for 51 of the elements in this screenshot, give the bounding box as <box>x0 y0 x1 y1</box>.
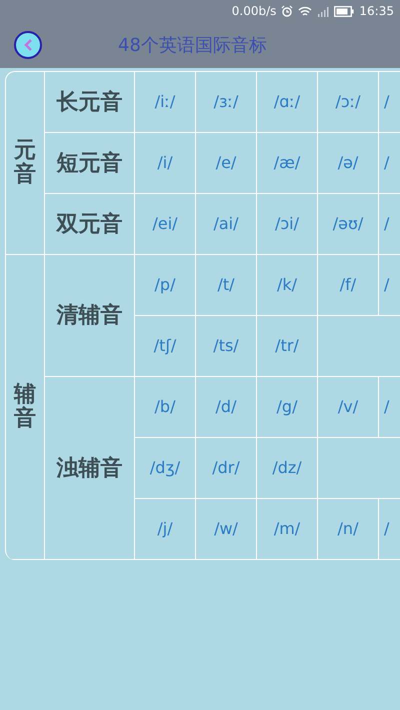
subgroup-label: 双元音 <box>56 210 122 238</box>
phonetic-symbol[interactable]: /n/ <box>338 517 358 541</box>
group-label: 辅音 <box>14 382 36 432</box>
phonetic-symbol[interactable]: /dr/ <box>212 456 240 480</box>
phonetic-symbol[interactable]: /iː/ <box>154 90 176 114</box>
clock-time: 16:35 <box>359 3 394 20</box>
phonetic-symbol[interactable]: / <box>384 517 390 541</box>
alarm-icon <box>281 5 294 17</box>
phonetic-symbol[interactable]: /ɔː/ <box>336 90 360 114</box>
phonetic-symbol[interactable]: /t/ <box>217 273 235 297</box>
subgroup-label: 浊辅音 <box>56 454 122 482</box>
phonetic-symbol[interactable]: /e/ <box>216 151 236 175</box>
phonetic-symbol[interactable]: /dʒ/ <box>150 456 180 480</box>
page-title: 48个英语国际音标 <box>118 34 267 58</box>
phonetic-symbol[interactable]: /m/ <box>274 517 300 541</box>
wifi-icon <box>298 6 312 16</box>
phonetic-symbol[interactable]: /v/ <box>338 395 358 419</box>
network-speed: 0.00b/s <box>232 3 276 20</box>
phonetic-symbol[interactable]: / <box>384 151 390 175</box>
phonetic-symbol[interactable]: /j/ <box>157 517 173 541</box>
phonetic-symbol[interactable]: /dz/ <box>272 456 302 480</box>
phonetic-symbol[interactable]: /i/ <box>157 151 173 175</box>
phonetic-symbol[interactable]: /w/ <box>214 517 238 541</box>
phonetic-symbol[interactable]: /p/ <box>154 273 176 297</box>
phonetic-symbol[interactable]: /ei/ <box>152 212 178 236</box>
signal-icon <box>317 6 330 16</box>
phonetic-symbol[interactable]: / <box>384 273 390 297</box>
phonetic-symbol[interactable]: /tʃ/ <box>154 334 176 358</box>
phonetic-symbol[interactable]: /ə/ <box>338 151 358 175</box>
phonetic-symbol[interactable]: /ɔi/ <box>274 212 299 236</box>
phonetic-symbol[interactable]: /d/ <box>216 395 236 419</box>
phonetic-symbol[interactable]: /əʊ/ <box>332 212 364 236</box>
phonetic-symbol[interactable]: /ɑː/ <box>274 90 300 114</box>
phonetic-symbol[interactable]: /g/ <box>276 395 298 419</box>
phonetic-symbol[interactable]: /f/ <box>340 273 356 297</box>
phonetic-symbol[interactable]: / <box>384 395 390 419</box>
phonetic-symbol[interactable]: /æ/ <box>274 151 300 175</box>
phonetic-symbol[interactable]: /tr/ <box>275 334 299 358</box>
subgroup-label: 清辅音 <box>56 302 122 330</box>
phonetic-symbol[interactable]: /k/ <box>276 273 298 297</box>
phonetic-symbol[interactable]: / <box>384 90 390 114</box>
group-label: 元音 <box>14 138 36 188</box>
phonetic-symbol[interactable]: /ɜː/ <box>214 90 238 114</box>
phonetic-symbol[interactable]: /b/ <box>154 395 176 419</box>
back-icon[interactable] <box>13 30 43 60</box>
subgroup-label: 短元音 <box>56 150 122 178</box>
phonetic-symbol[interactable]: /ts/ <box>213 334 239 358</box>
battery-icon <box>334 6 354 16</box>
subgroup-label: 长元音 <box>56 88 122 116</box>
phonetic-symbol[interactable]: / <box>384 212 390 236</box>
phonetic-symbol[interactable]: /ai/ <box>213 212 239 236</box>
